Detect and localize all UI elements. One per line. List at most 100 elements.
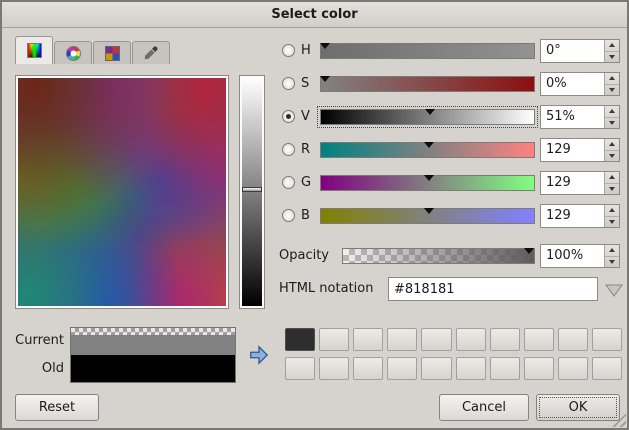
palette-cell[interactable] xyxy=(421,357,451,380)
old-color-swatch xyxy=(71,355,235,382)
slider-h-marker[interactable] xyxy=(320,43,330,49)
channel-r-label: R xyxy=(301,137,310,163)
spinbox-v[interactable]: 51% xyxy=(540,105,620,129)
slider-v[interactable] xyxy=(320,109,535,125)
spinbox-s-value: 0% xyxy=(546,73,567,95)
tab-picker-selector[interactable] xyxy=(132,41,170,64)
old-label: Old xyxy=(14,355,64,383)
slider-v-marker[interactable] xyxy=(425,109,435,115)
window-titlebar[interactable]: Select color xyxy=(2,2,627,28)
ok-button[interactable]: OK xyxy=(536,394,620,421)
radio-r[interactable] xyxy=(282,143,295,156)
spin-up-icon[interactable] xyxy=(605,40,619,52)
palette-cell[interactable] xyxy=(353,328,383,351)
color-comparison xyxy=(70,327,236,383)
spinner-buttons xyxy=(604,172,619,194)
html-notation-row: HTML notation xyxy=(274,276,622,302)
color-history-palette xyxy=(285,328,622,380)
palette-cell[interactable] xyxy=(319,328,349,351)
color-wheel-icon xyxy=(66,46,81,61)
chevron-down-icon[interactable] xyxy=(605,283,623,297)
hue-saturation-area[interactable] xyxy=(18,78,226,306)
spin-down-icon[interactable] xyxy=(605,184,619,195)
channel-b-label: B xyxy=(301,203,310,229)
radio-v[interactable] xyxy=(282,110,295,123)
spin-up-icon[interactable] xyxy=(605,139,619,151)
palette-cell[interactable] xyxy=(421,328,451,351)
spin-down-icon[interactable] xyxy=(605,257,619,268)
spinbox-s[interactable]: 0% xyxy=(540,72,620,96)
value-strip-frame xyxy=(239,75,265,309)
slider-s-marker[interactable] xyxy=(320,76,330,82)
slider-r-marker[interactable] xyxy=(424,142,434,148)
palette-cell[interactable] xyxy=(456,357,486,380)
radio-g[interactable] xyxy=(282,176,295,189)
slider-b-marker[interactable] xyxy=(424,208,434,214)
spin-down-icon[interactable] xyxy=(605,52,619,63)
radio-b[interactable] xyxy=(282,209,295,222)
value-strip-marker[interactable] xyxy=(242,187,262,192)
spin-up-icon[interactable] xyxy=(605,172,619,184)
spinbox-opacity-value: 100% xyxy=(546,245,583,267)
spinbox-v-value: 51% xyxy=(546,106,575,128)
palette-cell[interactable] xyxy=(456,328,486,351)
radio-h[interactable] xyxy=(282,44,295,57)
store-color-button[interactable] xyxy=(242,332,276,378)
spin-up-icon[interactable] xyxy=(605,106,619,118)
palette-cell[interactable] xyxy=(319,357,349,380)
palette-cell[interactable] xyxy=(285,357,315,380)
slider-s[interactable] xyxy=(320,76,535,92)
palette-cell[interactable] xyxy=(558,357,588,380)
tab-palette-selector[interactable] xyxy=(93,41,131,64)
tab-wheel-selector[interactable] xyxy=(54,41,92,64)
opacity-label: Opacity xyxy=(279,243,329,269)
value-strip[interactable] xyxy=(242,78,262,306)
html-notation-input[interactable] xyxy=(388,277,598,301)
spin-down-icon[interactable] xyxy=(605,85,619,96)
palette-cell[interactable] xyxy=(490,328,520,351)
palette-cell[interactable] xyxy=(353,357,383,380)
tab-square-selector[interactable] xyxy=(15,36,53,64)
spinbox-r[interactable]: 129 xyxy=(540,138,620,162)
slider-b[interactable] xyxy=(320,208,535,224)
palette-cell[interactable] xyxy=(387,328,417,351)
palette-cell[interactable] xyxy=(558,328,588,351)
opacity-marker[interactable] xyxy=(524,248,534,254)
slider-h[interactable] xyxy=(320,43,535,59)
opacity-slider[interactable] xyxy=(342,248,535,264)
cancel-button[interactable]: Cancel xyxy=(439,394,529,421)
palette-cell[interactable] xyxy=(285,328,315,351)
palette-cell[interactable] xyxy=(490,357,520,380)
spinner-buttons xyxy=(604,205,619,227)
color-square-icon xyxy=(27,43,42,58)
opacity-row: Opacity 100% xyxy=(274,243,622,269)
palette-cell[interactable] xyxy=(524,328,554,351)
channel-row-b: B 129 xyxy=(274,203,622,229)
spinner-buttons xyxy=(604,139,619,161)
palette-cell[interactable] xyxy=(592,357,622,380)
spinner-buttons xyxy=(604,40,619,62)
spin-down-icon[interactable] xyxy=(605,217,619,228)
radio-s[interactable] xyxy=(282,77,295,90)
channel-row-h: H 0° xyxy=(274,38,622,64)
palette-cell[interactable] xyxy=(592,328,622,351)
spinbox-h[interactable]: 0° xyxy=(540,39,620,63)
channel-panel: H 0° S 0% V xyxy=(274,38,622,318)
slider-g-marker[interactable] xyxy=(424,175,434,181)
spinbox-g[interactable]: 129 xyxy=(540,171,620,195)
spin-up-icon[interactable] xyxy=(605,73,619,85)
spin-up-icon[interactable] xyxy=(605,205,619,217)
spin-down-icon[interactable] xyxy=(605,151,619,162)
spin-down-icon[interactable] xyxy=(605,118,619,129)
palette-cell[interactable] xyxy=(387,357,417,380)
slider-g[interactable] xyxy=(320,175,535,191)
spin-up-icon[interactable] xyxy=(605,245,619,257)
spinbox-b[interactable]: 129 xyxy=(540,204,620,228)
palette-icon xyxy=(105,46,120,61)
palette-cell[interactable] xyxy=(524,357,554,380)
spinbox-opacity[interactable]: 100% xyxy=(540,244,620,268)
slider-r[interactable] xyxy=(320,142,535,158)
alpha-checker-strip xyxy=(71,328,235,335)
reset-button[interactable]: Reset xyxy=(15,394,99,421)
channel-s-label: S xyxy=(301,71,309,97)
